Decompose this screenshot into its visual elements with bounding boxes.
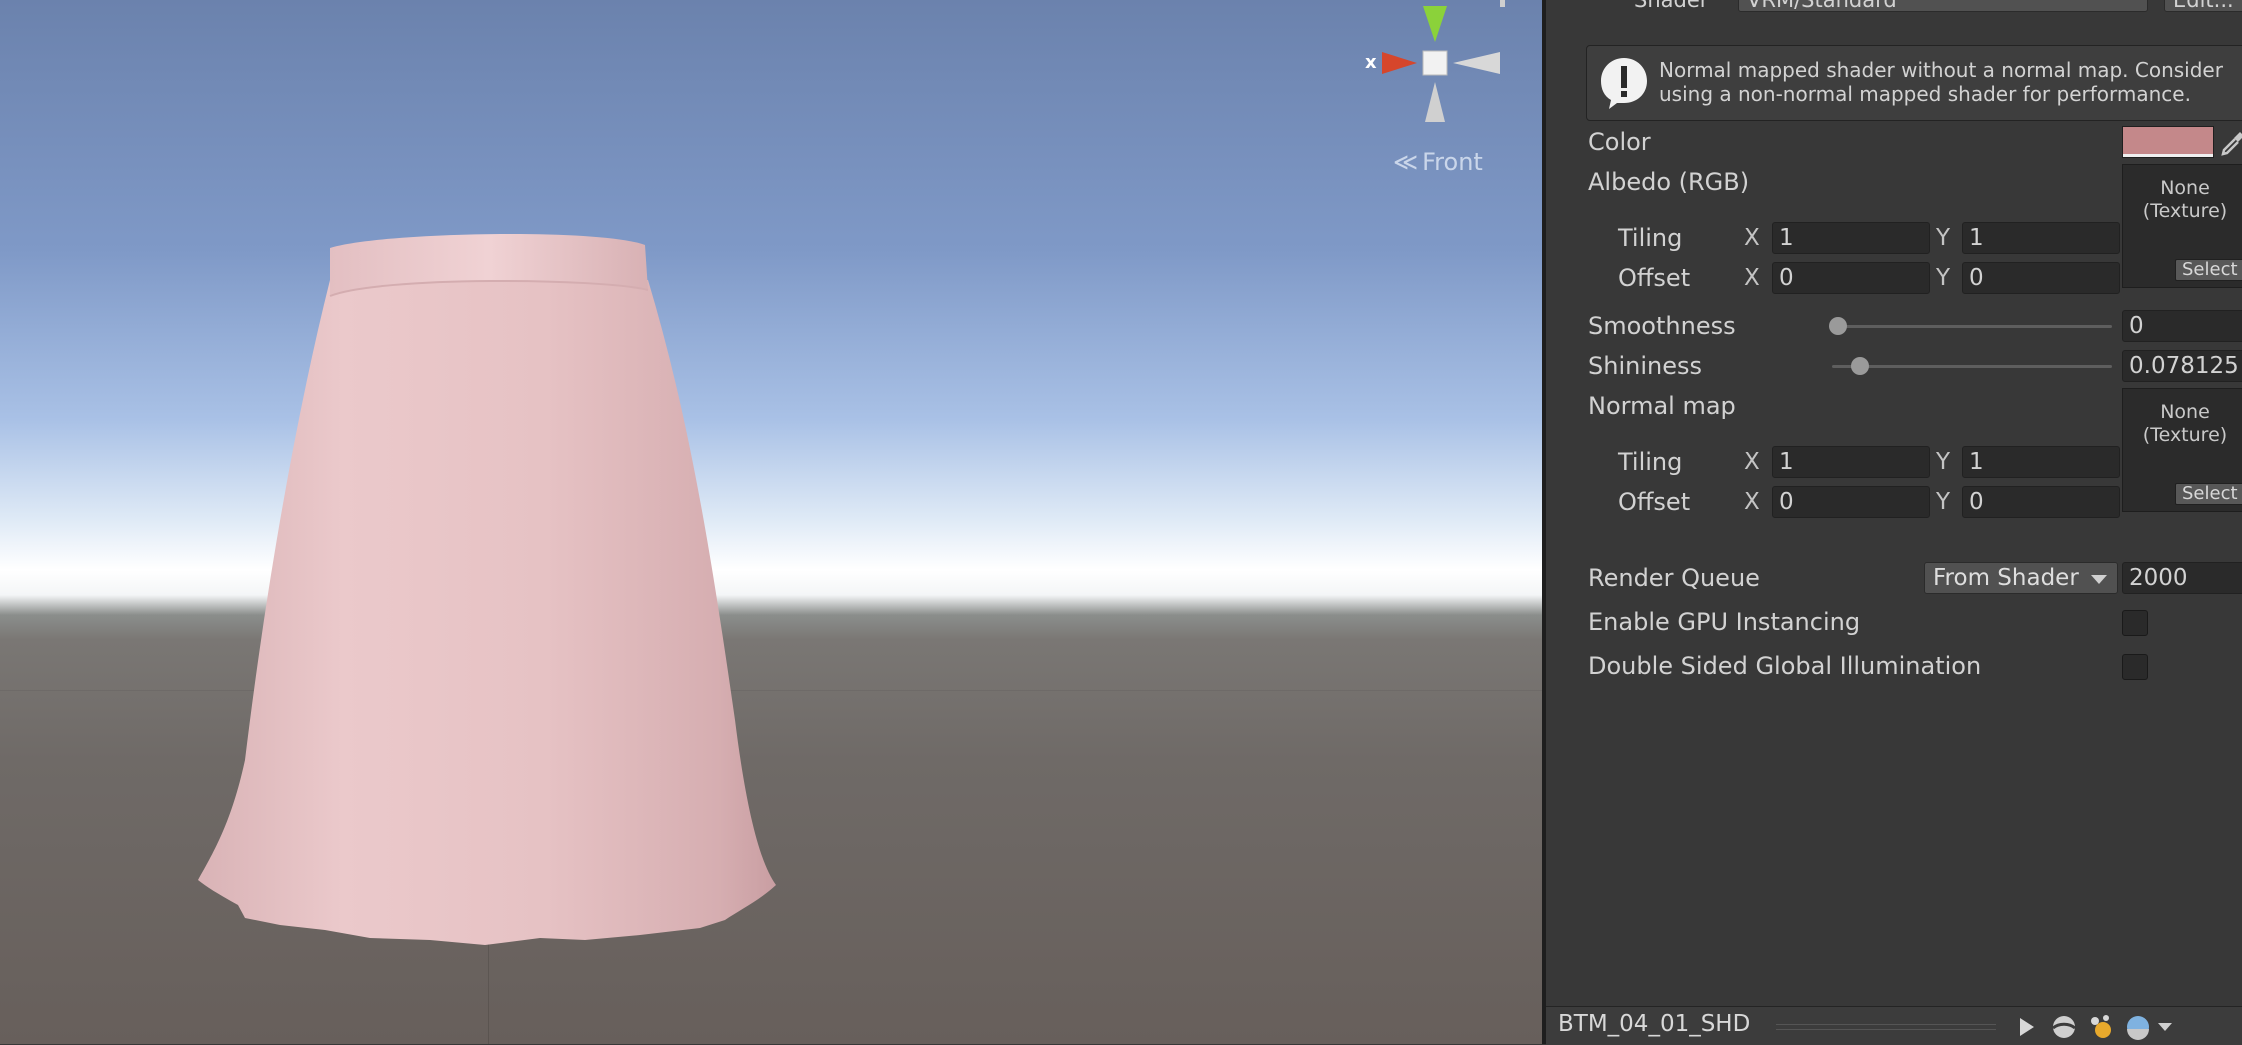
color-swatch[interactable] <box>2122 126 2214 158</box>
smoothness-value-field[interactable]: 0 <box>2122 310 2242 342</box>
material-inspector: Shader VRM/Standard Edit... Normal mappe… <box>1542 0 2242 1045</box>
warning-helpbox: Normal mapped shader without a normal ma… <box>1586 45 2242 121</box>
light-icon[interactable] <box>2086 1013 2114 1041</box>
normal-map-select-button[interactable]: Select <box>2175 483 2242 505</box>
render-queue-value-field[interactable]: 2000 <box>2122 562 2242 594</box>
smoothness-label: Smoothness <box>1588 312 1736 340</box>
center-cube <box>1422 50 1448 76</box>
warning-icon <box>1601 58 1647 109</box>
skirt-model[interactable] <box>0 0 1542 1044</box>
smoothness-slider-knob[interactable] <box>1829 317 1847 335</box>
double-sided-gi-label: Double Sided Global Illumination <box>1588 652 1982 680</box>
chevron-down-icon <box>2091 575 2107 584</box>
preview-toolbar: BTM_04_01_SHD <box>1546 1006 2242 1045</box>
albedo-texture-slot[interactable]: None (Texture) Select <box>2122 164 2242 288</box>
gpu-instancing-label: Enable GPU Instancing <box>1588 608 1861 636</box>
albedo-offset-x-field[interactable]: 0 <box>1772 262 1930 294</box>
sphere-mesh-icon[interactable] <box>2050 1013 2078 1041</box>
view-orientation-label[interactable]: ≪ Front <box>1393 148 1483 176</box>
shader-label: Shader <box>1634 0 1709 12</box>
scene-view[interactable]: x ≪ Front <box>0 0 1542 1044</box>
albedo-label: Albedo (RGB) <box>1588 168 1750 196</box>
eyedropper-icon[interactable] <box>2218 126 2242 158</box>
shininess-slider-knob[interactable] <box>1850 357 1869 375</box>
normal-tiling-label: Tiling <box>1618 448 1683 476</box>
color-label: Color <box>1588 128 1651 156</box>
preview-drag-handle[interactable] <box>1776 1024 1996 1030</box>
y-axis-cone <box>1423 6 1447 42</box>
normal-offset-label: Offset <box>1618 488 1691 516</box>
normal-map-texture-slot[interactable]: None (Texture) Select <box>2122 388 2242 512</box>
render-queue-label: Render Queue <box>1588 564 1760 592</box>
render-queue-mode: From Shader <box>1933 565 2079 591</box>
back-arrow-icon: ≪ <box>1393 148 1419 176</box>
shininess-label: Shininess <box>1588 352 1702 380</box>
normal-map-texture-name: None (Texture) <box>2142 401 2228 446</box>
shader-edit-button[interactable]: Edit... <box>2164 0 2242 12</box>
neg-y-axis-cone <box>1425 82 1445 122</box>
albedo-offset-x-axis: X <box>1744 265 1760 291</box>
albedo-tiling-label: Tiling <box>1618 224 1683 252</box>
warning-text: Normal mapped shader without a normal ma… <box>1659 58 2223 106</box>
shininess-value-field[interactable]: 0.078125 <box>2122 350 2242 382</box>
normal-offset-x-axis: X <box>1744 489 1760 515</box>
normal-tiling-x-axis: X <box>1744 449 1760 475</box>
albedo-offset-label: Offset <box>1618 264 1691 292</box>
albedo-tiling-y-axis: Y <box>1936 225 1951 251</box>
albedo-tiling-y-field[interactable]: 1 <box>1962 222 2120 254</box>
normal-offset-y-axis: Y <box>1936 489 1951 515</box>
normal-offset-y-field[interactable]: 0 <box>1962 486 2120 518</box>
albedo-offset-y-field[interactable]: 0 <box>1962 262 2120 294</box>
normal-tiling-y-field[interactable]: 1 <box>1962 446 2120 478</box>
front-label-text: Front <box>1422 148 1483 176</box>
play-icon[interactable] <box>2012 1013 2040 1041</box>
x-axis-label: x <box>1365 52 1377 73</box>
smoothness-slider-track[interactable] <box>1832 325 2112 328</box>
normal-tiling-y-axis: Y <box>1936 449 1951 475</box>
shininess-slider-track[interactable] <box>1832 365 2112 368</box>
neg-x-axis-cone <box>1453 52 1500 74</box>
double-sided-gi-checkbox[interactable] <box>2122 654 2148 680</box>
skybox-icon[interactable] <box>2124 1013 2152 1041</box>
shader-dropdown[interactable]: VRM/Standard <box>1738 0 2148 12</box>
asset-name: BTM_04_01_SHD <box>1558 1011 1751 1037</box>
normal-offset-x-field[interactable]: 0 <box>1772 486 1930 518</box>
albedo-texture-name: None (Texture) <box>2142 177 2228 222</box>
albedo-tiling-x-axis: X <box>1744 225 1760 251</box>
render-queue-dropdown[interactable]: From Shader <box>1924 562 2118 594</box>
orientation-gizmo[interactable]: x <box>1365 0 1505 130</box>
normal-tiling-x-field[interactable]: 1 <box>1772 446 1930 478</box>
albedo-offset-y-axis: Y <box>1936 265 1951 291</box>
albedo-tiling-x-field[interactable]: 1 <box>1772 222 1930 254</box>
gpu-instancing-checkbox[interactable] <box>2122 610 2148 636</box>
skybox-dropdown-caret-icon[interactable] <box>2158 1023 2172 1031</box>
albedo-select-button[interactable]: Select <box>2175 259 2242 281</box>
x-axis-cone <box>1382 52 1417 74</box>
normal-map-label: Normal map <box>1588 392 1736 420</box>
